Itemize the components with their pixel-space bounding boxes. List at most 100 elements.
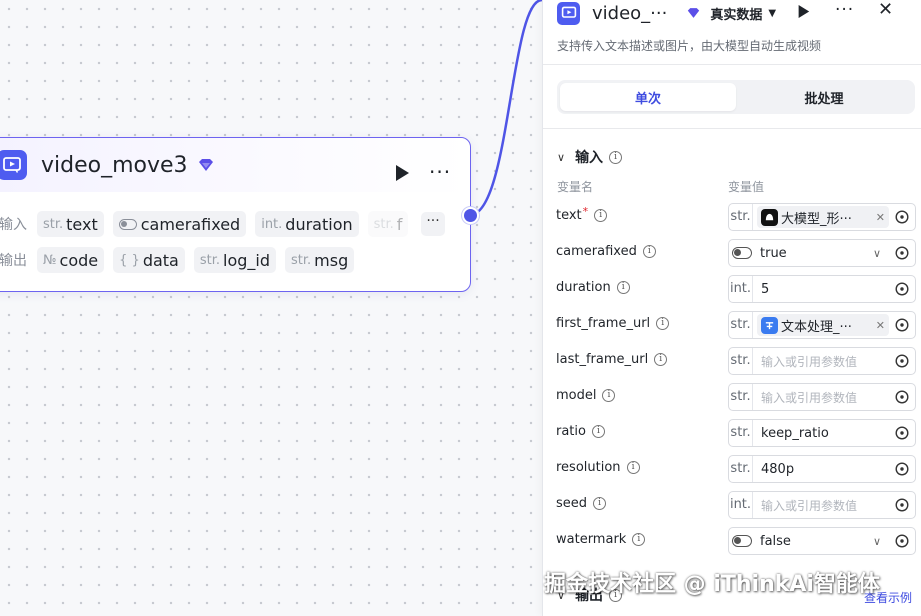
output-port[interactable] [462, 207, 479, 224]
param-value-input[interactable]: 480p [753, 462, 889, 477]
param-input-box[interactable]: str. 大模型_形··· ✕ [728, 203, 916, 231]
param-name: resolution i [556, 460, 640, 475]
reference-target-icon[interactable] [889, 534, 915, 548]
info-icon: i [642, 245, 656, 258]
run-node-icon[interactable] [394, 164, 410, 186]
node-more-icon[interactable]: ··· [429, 160, 451, 184]
chevron-down-icon[interactable]: ∨ [873, 247, 881, 260]
param-type: str. [729, 384, 753, 410]
tab-batch[interactable]: 批处理 [736, 83, 912, 111]
param-input-box[interactable]: false ∨ [728, 527, 916, 555]
reference-target-icon[interactable] [889, 462, 915, 476]
reference-chip[interactable]: 文本处理_··· ✕ [757, 314, 889, 336]
param-name: ratio i [556, 424, 605, 439]
workflow-node[interactable]: video_move3 ··· 输入 str. text camerafixed … [0, 137, 471, 292]
reference-target-icon[interactable] [889, 498, 915, 512]
input-tag-first-frame: str. f [367, 211, 409, 237]
param-value-input[interactable]: 5 [753, 282, 889, 297]
text-process-icon [761, 316, 778, 334]
reference-target-icon[interactable] [889, 426, 915, 440]
data-mode-select[interactable]: 真实数据 [710, 4, 762, 23]
param-input-box[interactable]: int. 5 [728, 275, 916, 303]
reference-target-icon[interactable] [889, 318, 915, 332]
param-row-seed: seed i int. 输入或引用参数值 [543, 491, 921, 519]
info-icon: i [616, 281, 630, 294]
param-type: str. [729, 348, 753, 374]
video-node-icon [557, 1, 580, 25]
param-name: watermark i [556, 532, 646, 547]
param-input-box[interactable]: str. 输入或引用参数值 [728, 347, 916, 375]
panel-more-icon[interactable]: ··· [835, 0, 854, 20]
panel-title: video_··· [592, 2, 668, 24]
input-section-label: 输入 [575, 150, 604, 166]
param-row-model: model i str. 输入或引用参数值 [543, 383, 921, 411]
param-name: duration i [556, 280, 630, 295]
toggle-icon[interactable] [732, 535, 752, 547]
reference-target-icon[interactable] [889, 390, 915, 404]
param-name: seed i [556, 496, 607, 511]
info-icon: i [593, 497, 607, 510]
info-icon: i [591, 425, 605, 438]
info-icon: i [626, 461, 640, 474]
panel-description: 支持传入文本描述或图片，由大模型自动生成视频 [557, 39, 822, 53]
reference-target-icon[interactable] [889, 210, 915, 224]
run-icon[interactable] [797, 4, 810, 23]
tab-single[interactable]: 单次 [560, 83, 736, 111]
chevron-down-icon[interactable]: ∨ [873, 535, 881, 548]
input-section-header[interactable]: ∨ 输入 i [557, 147, 623, 167]
reference-target-icon[interactable] [889, 354, 915, 368]
param-type: int. [729, 492, 753, 518]
remove-icon[interactable]: ✕ [876, 211, 885, 224]
remove-icon[interactable]: ✕ [876, 319, 885, 332]
required-mark: * [582, 205, 589, 218]
param-row-resolution: resolution i str. 480p [543, 455, 921, 483]
input-tag-camerafixed: camerafixed [112, 211, 247, 237]
param-value[interactable]: true [752, 246, 873, 261]
param-type: str. [729, 420, 753, 446]
reference-chip[interactable]: 大模型_形··· ✕ [757, 206, 889, 228]
reference-target-icon[interactable] [889, 282, 915, 296]
output-tag-log-id: str. log_id [193, 247, 277, 273]
param-input-box[interactable]: str. 480p [728, 455, 916, 483]
inputs-more-button[interactable]: ··· [421, 212, 445, 236]
output-tag-data: { } data [113, 247, 185, 273]
param-row-text: text * i str. 大模型_形··· ✕ [543, 203, 921, 231]
param-row-first-frame-url: first_frame_url i str. 文本处理_··· ✕ [543, 311, 921, 339]
info-icon: i [654, 353, 668, 366]
param-value-input[interactable]: 输入或引用参数值 [753, 389, 889, 406]
param-value[interactable]: false [752, 534, 873, 549]
param-value-input[interactable]: 输入或引用参数值 [753, 497, 889, 514]
output-tag-msg: str. msg [285, 247, 355, 273]
param-type: str. [729, 312, 753, 338]
output-label: 输出 [0, 253, 27, 269]
input-label: 输入 [0, 217, 27, 233]
caret-down-icon[interactable]: ▼ [768, 8, 776, 19]
info-icon: i [602, 389, 616, 402]
close-icon[interactable]: ✕ [878, 0, 893, 20]
param-name: camerafixed i [556, 244, 656, 259]
param-value-input[interactable]: 输入或引用参数值 [753, 353, 889, 370]
param-name: text * i [556, 205, 608, 223]
input-tag-text: str. text [37, 211, 104, 237]
chevron-down-icon: ∨ [557, 150, 566, 164]
node-title: video_move3 [41, 152, 188, 178]
param-row-camerafixed: camerafixed i true ∨ [543, 239, 921, 267]
param-input-box[interactable]: str. 输入或引用参数值 [728, 383, 916, 411]
info-icon: i [656, 317, 670, 330]
toggle-icon[interactable] [732, 247, 752, 259]
param-name: first_frame_url i [556, 316, 670, 331]
param-row-last-frame-url: last_frame_url i str. 输入或引用参数值 [543, 347, 921, 375]
divider [543, 64, 921, 65]
col-name-header: 变量名 [557, 180, 594, 194]
reference-target-icon[interactable] [889, 246, 915, 260]
param-input-box[interactable]: int. 输入或引用参数值 [728, 491, 916, 519]
param-input-box[interactable]: true ∨ [728, 239, 916, 267]
video-node-icon [0, 150, 27, 180]
param-type: int. [729, 276, 753, 302]
param-input-box[interactable]: str. 文本处理_··· ✕ [728, 311, 916, 339]
gem-icon [687, 7, 700, 19]
param-type: str. [729, 204, 753, 230]
param-type: str. [729, 456, 753, 482]
param-input-box[interactable]: str. keep_ratio [728, 419, 916, 447]
param-value-input[interactable]: keep_ratio [753, 426, 889, 441]
